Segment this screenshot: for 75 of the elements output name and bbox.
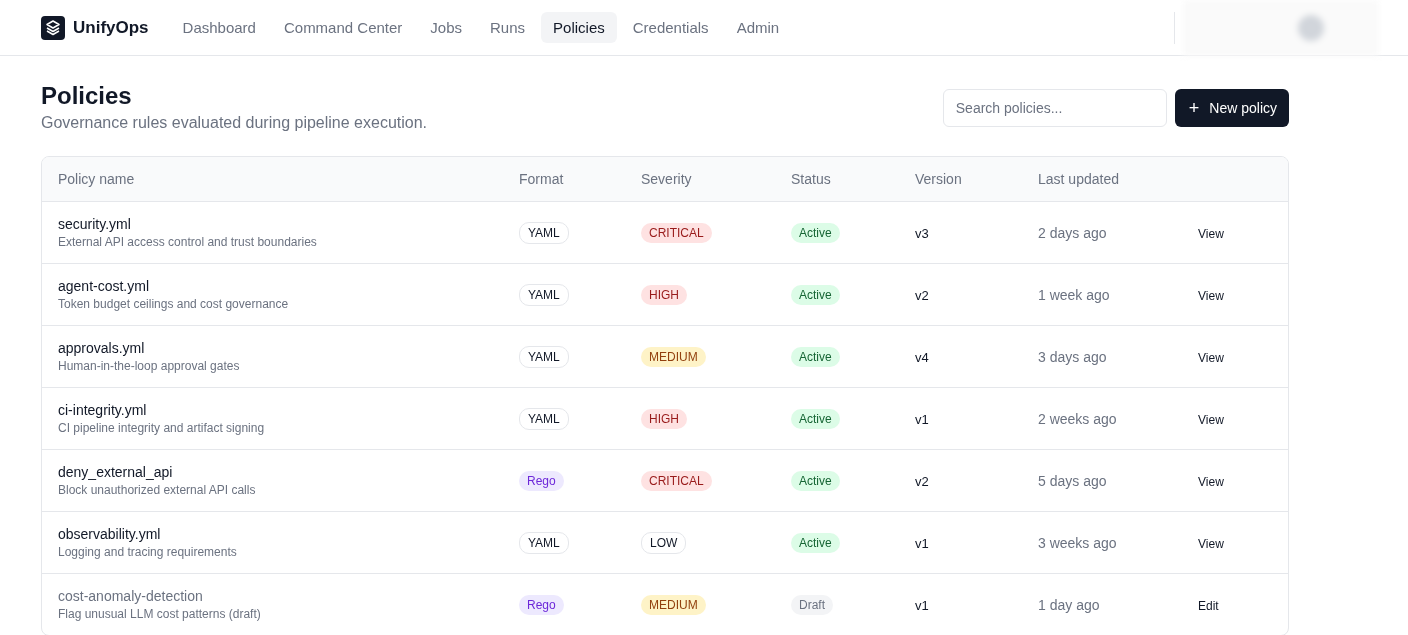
format-badge: Rego bbox=[519, 470, 564, 491]
column-header: Severity bbox=[641, 171, 693, 187]
row-action-link[interactable]: View bbox=[1198, 226, 1224, 241]
nav-tab[interactable]: Runs bbox=[478, 12, 538, 43]
row-action-link[interactable]: View bbox=[1198, 350, 1224, 365]
policy-description: Block unauthorized external API calls bbox=[58, 483, 257, 497]
policy-name[interactable]: cost-anomaly-detection bbox=[58, 588, 519, 604]
status-badge: Active bbox=[791, 222, 840, 243]
policy-name[interactable]: deny_external_api bbox=[58, 464, 519, 480]
updated-time: 2 weeks ago bbox=[1038, 410, 1117, 427]
policy-name[interactable]: observability.yml bbox=[58, 526, 519, 542]
row-action-link[interactable]: View bbox=[1198, 288, 1224, 303]
status-badge: Active bbox=[791, 532, 840, 553]
column-header: Status bbox=[791, 171, 832, 187]
row-action-link[interactable]: View bbox=[1198, 412, 1224, 427]
updated-time: 5 days ago bbox=[1038, 472, 1107, 489]
format-badge: YAML bbox=[519, 345, 569, 368]
version-text: v1 bbox=[915, 411, 929, 427]
severity-badge: CRITICAL bbox=[641, 470, 712, 491]
policy-description: Human-in-the-loop approval gates bbox=[58, 359, 241, 373]
row-action-link[interactable]: View bbox=[1198, 474, 1224, 489]
updated-time: 1 week ago bbox=[1038, 286, 1110, 303]
severity-badge: HIGH bbox=[641, 408, 687, 429]
severity-badge: MEDIUM bbox=[641, 346, 706, 367]
severity-badge: LOW bbox=[641, 531, 687, 554]
policy-description: Token budget ceilings and cost governance bbox=[58, 297, 290, 311]
policy-name[interactable]: security.yml bbox=[58, 216, 519, 232]
updated-time: 1 day ago bbox=[1038, 596, 1100, 613]
stacked-layers-icon[interactable] bbox=[41, 15, 65, 40]
policy-description: CI pipeline integrity and artifact signing bbox=[58, 421, 266, 435]
format-badge: YAML bbox=[519, 531, 569, 554]
page-subtitle: Governance rules evaluated during pipeline execution. bbox=[41, 114, 428, 132]
new-policy-button[interactable]: + New policy bbox=[1174, 89, 1289, 127]
format-badge: YAML bbox=[519, 407, 569, 430]
updated-time: 3 days ago bbox=[1038, 348, 1107, 365]
version-text: v4 bbox=[915, 349, 929, 365]
status-badge: Active bbox=[791, 284, 840, 305]
status-badge: Draft bbox=[791, 594, 833, 615]
nav-tab[interactable]: Jobs bbox=[418, 12, 475, 43]
nav-tab[interactable]: Credentials bbox=[620, 12, 721, 43]
format-badge: YAML bbox=[519, 283, 569, 306]
updated-time: 3 weeks ago bbox=[1038, 534, 1117, 551]
status-badge: Active bbox=[791, 470, 840, 491]
version-text: v1 bbox=[915, 597, 929, 613]
row-action-link[interactable]: Edit bbox=[1198, 598, 1219, 613]
severity-badge: HIGH bbox=[641, 284, 687, 305]
nav-tab[interactable]: Command Center bbox=[271, 12, 415, 43]
search-field[interactable]: Search policies... bbox=[942, 89, 1167, 127]
column-header: Format bbox=[519, 171, 565, 187]
updated-time: 2 days ago bbox=[1038, 224, 1107, 241]
nav-tab[interactable]: Policies bbox=[541, 12, 617, 43]
column-header: Policy name bbox=[58, 171, 136, 187]
policy-description: External API access control and trust boundaries bbox=[58, 235, 318, 249]
status-badge: Active bbox=[791, 408, 840, 429]
policy-description: Flag unusual LLM cost patterns (draft) bbox=[58, 607, 262, 621]
nav-tab[interactable]: Dashboard bbox=[170, 12, 268, 43]
format-badge: Rego bbox=[519, 594, 564, 615]
page-title: Policies bbox=[41, 82, 133, 110]
row-action-link[interactable]: View bbox=[1198, 536, 1224, 551]
policy-description: Logging and tracing requirements bbox=[58, 545, 238, 559]
severity-badge: CRITICAL bbox=[641, 222, 712, 243]
policy-name[interactable]: ci-integrity.yml bbox=[58, 402, 519, 418]
version-text: v2 bbox=[915, 287, 929, 303]
version-text: v2 bbox=[915, 473, 929, 489]
version-text: v1 bbox=[915, 535, 929, 551]
status-badge: Active bbox=[791, 346, 840, 367]
severity-badge: MEDIUM bbox=[641, 594, 706, 615]
policy-name[interactable]: agent-cost.yml bbox=[58, 278, 519, 294]
nav-tab[interactable]: Admin bbox=[724, 12, 792, 43]
column-header: Version bbox=[915, 171, 963, 187]
brand-name: UnifyOps bbox=[73, 17, 149, 38]
policy-name[interactable]: approvals.yml bbox=[58, 340, 519, 356]
format-badge: YAML bbox=[519, 221, 569, 244]
column-header: Last updated bbox=[1038, 171, 1120, 187]
version-text: v3 bbox=[915, 225, 929, 241]
